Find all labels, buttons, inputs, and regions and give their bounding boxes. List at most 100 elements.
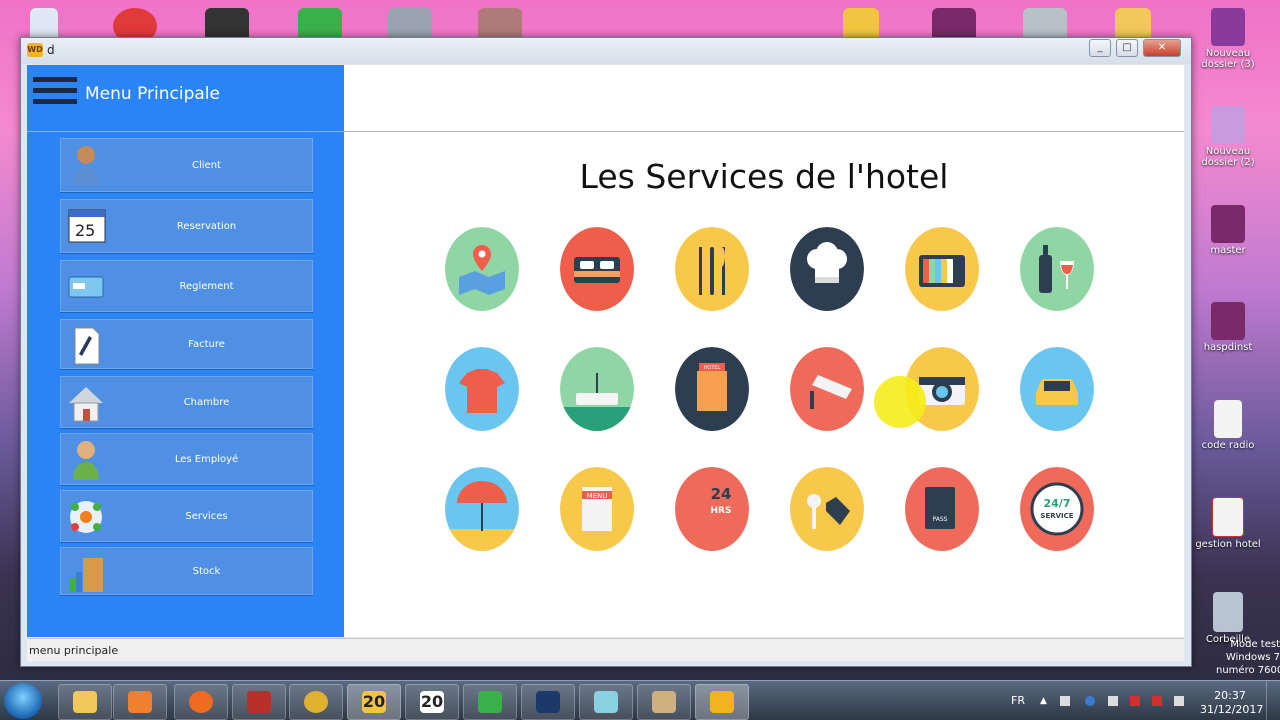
access-database-icon <box>1212 497 1244 537</box>
taskbar-windev-app[interactable] <box>695 684 749 720</box>
desktop-icon-label: Nouveau dossier (3) <box>1201 48 1255 70</box>
tray-clock[interactable]: 20:37 31/12/2017 <box>1200 689 1264 720</box>
status-bar: menu principale <box>27 638 1184 661</box>
bluetooth-icon[interactable] <box>1085 696 1095 706</box>
map-location-icon[interactable] <box>445 227 519 311</box>
test-mode-watermark: Mode test Windows 7 numéro 7600 <box>1216 638 1280 677</box>
menu-button-label: Client <box>192 159 221 171</box>
winrar-archive-icon <box>1211 302 1245 340</box>
watermark-line: Windows 7 <box>1225 652 1280 663</box>
maximize-button[interactable]: □ <box>1116 39 1138 57</box>
service-24-7-icon[interactable]: 24/7 SERVICE <box>1020 467 1094 551</box>
menu-button-label: Les Employé <box>174 453 239 465</box>
shield-icon[interactable] <box>1152 696 1162 706</box>
page-title: Les Services de l'hotel <box>579 157 949 196</box>
laundry-shirt-icon[interactable] <box>445 347 519 431</box>
taskbar-paint[interactable] <box>637 684 691 720</box>
taxi-icon[interactable] <box>1020 347 1094 431</box>
chef-hat-icon[interactable] <box>790 227 864 311</box>
taskbar-tool[interactable] <box>579 684 633 720</box>
desktop-icon-label: gestion hotel <box>1195 539 1261 550</box>
menu-button-reglement[interactable]: Reglement <box>60 260 313 312</box>
desktop-icon-haspdinst[interactable]: haspdinst <box>1188 302 1268 353</box>
taskbar-access[interactable] <box>232 684 286 720</box>
folder-icon <box>73 691 97 713</box>
menu-card-icon[interactable]: MENU <box>560 467 634 551</box>
text-file-icon <box>1214 400 1242 438</box>
desktop-icon-label: Nouveau dossier (2) <box>1201 146 1255 168</box>
taskbar-webdev-20[interactable]: 20 <box>405 684 459 720</box>
restaurant-cutlery-icon[interactable] <box>675 227 749 311</box>
menu-button-stock[interactable]: Stock <box>60 547 313 595</box>
desktop-icon-master[interactable]: master <box>1188 205 1268 256</box>
menu-button-label: Reglement <box>179 280 234 292</box>
tool-icon <box>594 691 618 713</box>
show-hidden-icons-icon[interactable]: ▲ <box>1040 696 1047 706</box>
television-icon[interactable] <box>905 227 979 311</box>
service-24-7-number: 24/7 <box>1044 497 1071 510</box>
taskbar-firefox[interactable] <box>174 684 228 720</box>
menu-button-chambre[interactable]: Chambre <box>60 376 313 428</box>
wifi-router-icon[interactable] <box>560 347 634 431</box>
tray-icons: ▲ <box>1040 696 1190 706</box>
menu-button-employe[interactable]: Les Employé <box>60 433 313 485</box>
menu-button-reservation[interactable]: 25 Reservation <box>60 199 313 253</box>
tray-language[interactable]: FR <box>1011 694 1025 720</box>
wine-bar-icon[interactable] <box>1020 227 1094 311</box>
photoshop-icon <box>536 691 560 713</box>
windev-icon: 20 <box>362 691 386 713</box>
desktop-icon-label: master <box>1210 245 1246 256</box>
desktop-icon-folder-2[interactable]: Nouveau dossier (2) <box>1188 106 1268 168</box>
desktop-icon-folder-3[interactable]: Nouveau dossier (3) <box>1188 8 1268 70</box>
menu-button-label: Services <box>185 510 228 522</box>
menu-button-label: Stock <box>192 565 221 577</box>
green-app-icon <box>478 691 502 713</box>
taskbar-chrome[interactable] <box>289 684 343 720</box>
taskbar-photoshop[interactable] <box>521 684 575 720</box>
desktop-icon-gestion-hotel[interactable]: gestion hotel <box>1188 497 1268 550</box>
taskbar-media-player[interactable] <box>113 684 167 720</box>
sidebar-header: Menu Principale <box>27 65 344 131</box>
close-button[interactable]: ✕ <box>1143 39 1181 57</box>
clock-time: 20:37 <box>1214 689 1246 702</box>
antivirus-icon[interactable] <box>1130 696 1140 706</box>
desktop-icon-code-radio[interactable]: code radio <box>1188 400 1268 451</box>
taskbar-green-app[interactable] <box>463 684 517 720</box>
phone-24hrs-icon[interactable]: 24 HRS <box>675 467 749 551</box>
menu-button-facture[interactable]: Facture <box>60 319 313 369</box>
taskbar-explorer[interactable] <box>58 684 112 720</box>
menu-card-text: MENU <box>587 492 608 500</box>
network-icon[interactable] <box>1060 696 1070 706</box>
hotel-building-icon[interactable]: HOTEL <box>675 347 749 431</box>
watermark-line: Mode test <box>1230 639 1280 650</box>
menu-button-client[interactable]: Client <box>60 138 313 192</box>
wifi-signal-icon[interactable] <box>1108 696 1118 706</box>
firefox-icon <box>189 691 213 713</box>
hotel-sign-text: HOTEL <box>704 365 721 371</box>
app-window: WD d _ □ ✕ Menu Principale Client 25 Res… <box>20 37 1192 667</box>
phone-24-text: 24 <box>711 485 732 503</box>
bed-icon[interactable] <box>560 227 634 311</box>
service-24-7-label: SERVICE <box>1040 512 1073 520</box>
media-player-icon <box>128 691 152 713</box>
volume-icon[interactable] <box>1174 696 1184 706</box>
menu-button-label: Reservation <box>176 220 237 232</box>
minimize-button[interactable]: _ <box>1089 39 1111 57</box>
key-tag-icon[interactable] <box>790 467 864 551</box>
passport-icon[interactable]: PASS <box>905 467 979 551</box>
watermark-line: numéro 7600 <box>1216 665 1280 676</box>
menu-button-services[interactable]: Services <box>60 490 313 542</box>
cursor-highlight <box>874 376 926 428</box>
start-button-icon[interactable] <box>4 683 42 719</box>
hamburger-menu-icon[interactable] <box>33 77 77 109</box>
beach-umbrella-icon[interactable] <box>445 467 519 551</box>
access-icon <box>247 691 271 713</box>
clock-date: 31/12/2017 <box>1200 703 1264 716</box>
chrome-icon <box>304 691 328 713</box>
taskbar-windev-20[interactable]: 20 <box>347 684 401 720</box>
security-camera-icon[interactable] <box>790 347 864 431</box>
passport-label-text: PASS <box>933 516 948 523</box>
title-bar[interactable]: WD d _ □ ✕ <box>21 38 1191 64</box>
window-title: d <box>47 43 55 57</box>
show-desktop-button[interactable] <box>1266 681 1280 720</box>
